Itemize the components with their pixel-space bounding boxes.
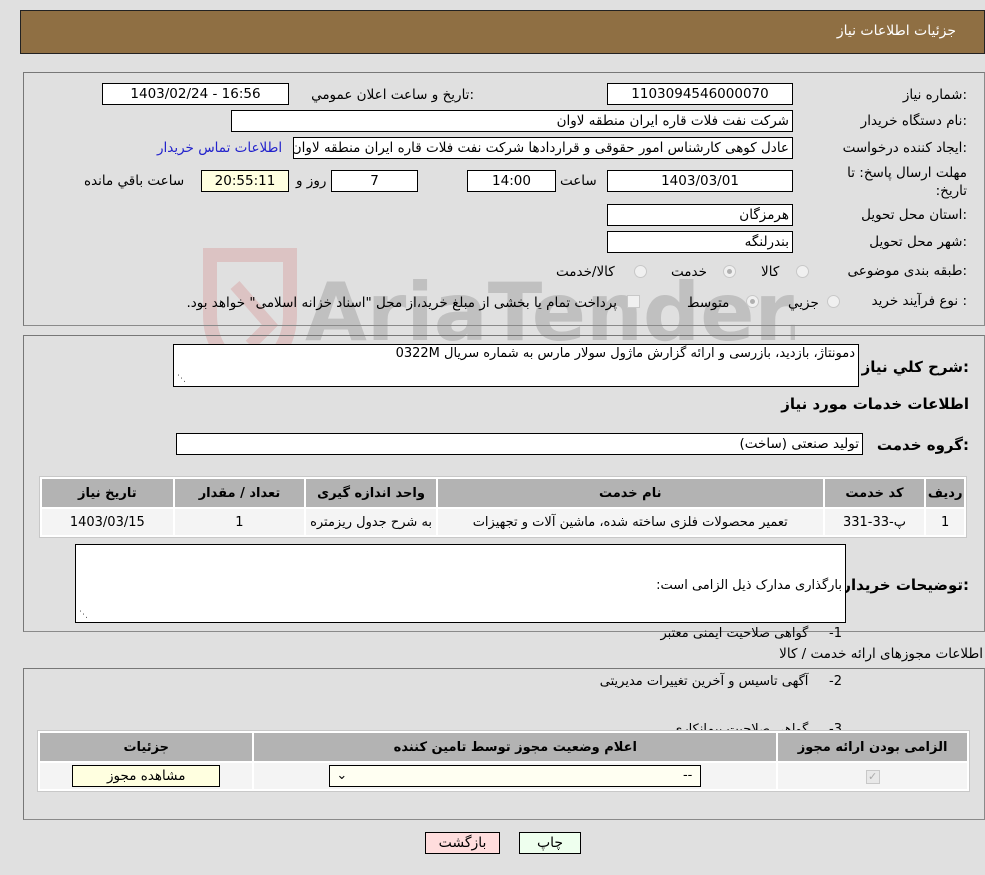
province-label: استان محل تحویل:	[861, 207, 967, 223]
province-field: هرمزگان	[607, 204, 793, 226]
view-permit-button[interactable]: مشاهده مجوز	[72, 765, 221, 787]
days-remaining-field: 7	[331, 170, 418, 192]
col-permit-status: اعلام وضعیت مجوز توسط تامین کننده	[254, 733, 777, 761]
remaining-time-label: ساعت باقي مانده	[84, 173, 185, 189]
category-radio-service[interactable]	[723, 265, 736, 278]
announce-date-field: 1403/02/24 - 16:56	[102, 83, 289, 105]
page-header: جزئیات اطلاعات نیاز	[20, 10, 985, 54]
buyer-org-label: نام دستگاه خریدار:	[860, 113, 967, 129]
days-label: روز و	[296, 173, 327, 189]
col-quantity: تعداد / مقدار	[174, 479, 305, 507]
permits-section-title: اطلاعات مجوزهای ارائه خدمت / کالا	[779, 646, 983, 662]
table-row: مشاهده مجوز ⌄ -- ✓	[40, 763, 967, 789]
permits-table: جزئیات اعلام وضعیت مجوز توسط تامین کننده…	[37, 730, 970, 792]
category-radio-goods[interactable]	[796, 265, 809, 278]
cell-row-number: 1	[926, 509, 964, 535]
remaining-time-field: 20:55:11	[201, 170, 289, 192]
buyer-contact-link[interactable]: اطلاعات تماس خریدار	[157, 140, 282, 156]
need-description-text: دمونتاژ، بازدید، بازرسی و ارائه گزارش ما…	[395, 346, 855, 361]
services-section-title: اطلاعات خدمات مورد نیاز	[781, 395, 969, 413]
cell-unit: به شرح جدول ریزمتره	[306, 509, 436, 535]
cell-service-name: تعمیر محصولات فلزی ساخته شده، ماشین آلات…	[437, 509, 823, 535]
deadline-time-label: ساعت	[560, 173, 597, 189]
category-option-goods: کالا	[761, 264, 780, 280]
cell-details: مشاهده مجوز	[40, 763, 253, 789]
need-description-label: شرح کلي نیاز:	[861, 358, 969, 376]
cell-need-date: 1403/03/15	[42, 509, 173, 535]
requester-label: ایجاد کننده درخواست:	[842, 140, 967, 156]
services-table: تاریخ نیاز تعداد / مقدار واحد اندازه گیر…	[39, 476, 967, 538]
buyer-notes-label: توضیحات خریدار:	[842, 576, 969, 594]
table-row: 1403/03/15 1 به شرح جدول ریزمتره تعمیر م…	[42, 509, 964, 535]
service-group-field: تولید صنعتی (ساخت)	[176, 433, 863, 455]
print-button[interactable]: چاپ	[519, 832, 581, 854]
treasury-payment-note: پرداخت تمام یا بخشی از مبلغ خرید،از محل …	[186, 295, 617, 311]
chevron-down-icon: ⌄	[336, 768, 348, 783]
deadline-label: مهلت ارسال پاسخ: تا تاریخ:	[847, 165, 967, 199]
buyer-notes-line: بارگذاری مدارک ذیل الزامی است:	[656, 578, 842, 593]
col-permit-required: الزامی بودن ارائه مجوز	[778, 733, 967, 761]
page-title: جزئیات اطلاعات نیاز	[836, 23, 956, 39]
permit-status-value: --	[682, 768, 693, 783]
col-row-number: ردیف	[926, 479, 964, 507]
category-radio-goods-service[interactable]	[634, 265, 647, 278]
resize-grip-icon[interactable]: ⋰	[78, 610, 88, 620]
buyer-notes-line: 1- گواهی صلاحیت ایمنی معتبر	[660, 626, 842, 641]
city-field: بندرلنگه	[607, 231, 793, 253]
treasury-payment-checkbox[interactable]	[627, 295, 640, 308]
need-number-label: شماره نیاز:	[902, 87, 967, 103]
resize-grip-icon[interactable]: ⋰	[176, 374, 186, 384]
category-label: طبقه بندی موضوعی:	[847, 263, 967, 279]
cell-permit-status: ⌄ --	[254, 763, 777, 789]
permits-table-header: جزئیات اعلام وضعیت مجوز توسط تامین کننده…	[40, 733, 967, 761]
deadline-time-field: 14:00	[467, 170, 556, 192]
col-need-date: تاریخ نیاز	[42, 479, 173, 507]
deadline-date-field: 1403/03/01	[607, 170, 793, 192]
process-radio-minor[interactable]	[827, 295, 840, 308]
col-service-name: نام خدمت	[437, 479, 823, 507]
cell-service-code: پ-33-331	[824, 509, 925, 535]
need-description-textarea[interactable]: دمونتاژ، بازدید، بازرسی و ارائه گزارش ما…	[173, 344, 859, 387]
announce-date-label: تاریخ و ساعت اعلان عمومي:	[311, 87, 474, 103]
need-number-field: 1103094546000070	[607, 83, 793, 105]
cell-quantity: 1	[174, 509, 305, 535]
buyer-notes-textarea[interactable]: بارگذاری مدارک ذیل الزامی است: 1- گواهی …	[75, 544, 846, 737]
category-option-goods-service: کالا/خدمت	[556, 264, 615, 280]
process-option-minor: جزيي	[788, 295, 819, 311]
permit-required-checkbox[interactable]: ✓	[865, 769, 880, 784]
requester-field: عادل کوهی کارشناس امور حقوقی و قراردادها…	[293, 137, 793, 159]
process-radio-medium[interactable]	[746, 295, 759, 308]
process-type-label: نوع فرآیند خرید :	[871, 293, 967, 309]
process-option-medium: متوسط	[687, 295, 730, 311]
back-button[interactable]: بازگشت	[425, 832, 500, 854]
services-table-header: تاریخ نیاز تعداد / مقدار واحد اندازه گیر…	[42, 479, 964, 507]
buyer-org-field: شرکت نفت فلات قاره ایران منطقه لاوان	[231, 110, 793, 132]
col-details: جزئیات	[40, 733, 253, 761]
category-option-service: خدمت	[671, 264, 707, 280]
permit-status-select[interactable]: ⌄ --	[329, 765, 702, 787]
service-group-label: گروه خدمت:	[876, 436, 969, 454]
col-service-code: کد خدمت	[824, 479, 925, 507]
cell-permit-required: ✓	[778, 763, 967, 789]
col-unit: واحد اندازه گیری	[306, 479, 436, 507]
city-label: شهر محل تحویل:	[869, 234, 967, 250]
